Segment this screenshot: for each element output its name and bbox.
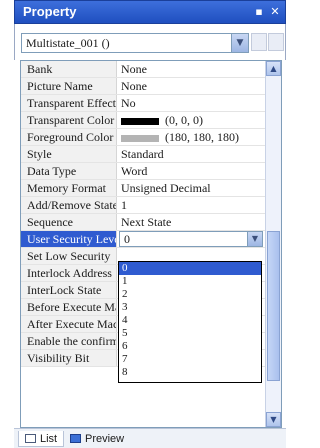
alphabetical-button[interactable]	[268, 33, 284, 51]
property-value: None	[121, 79, 147, 93]
categorized-button[interactable]	[251, 33, 267, 51]
chevron-down-icon[interactable]: ▼	[247, 232, 262, 246]
property-name: Memory Format	[21, 180, 117, 196]
property-value-cell[interactable]: Standard	[121, 146, 164, 162]
dropdown-option[interactable]: 2	[119, 288, 261, 301]
scroll-down-icon[interactable]: ▼	[266, 412, 281, 427]
property-row[interactable]: Memory Format Unsigned Decimal	[21, 180, 265, 197]
property-name: Style	[21, 146, 117, 162]
property-row[interactable]: User Security Level 0 ▼	[21, 231, 265, 248]
property-row[interactable]: Add/Remove State 1	[21, 197, 265, 214]
color-swatch	[121, 117, 159, 125]
property-value: Next State	[121, 215, 172, 229]
property-value: 1	[121, 198, 127, 212]
dropdown-option[interactable]: 6	[119, 340, 261, 353]
close-icon[interactable]: ✕	[269, 6, 281, 18]
dropdown-option[interactable]: 7	[119, 353, 261, 366]
property-name: Transparent Color	[21, 112, 117, 128]
property-value: No	[121, 96, 136, 110]
property-value: Word	[121, 164, 148, 178]
property-row[interactable]: Transparent Color (0, 0, 0)	[21, 112, 265, 129]
property-panel: Property ▪ ✕ Multistate_001 () ▼ Bank Non…	[14, 0, 286, 448]
object-selector-value: Multistate_001 ()	[26, 36, 110, 50]
property-name: Visibility Bit	[21, 350, 117, 366]
property-name: Add/Remove State	[21, 197, 117, 213]
title-bar[interactable]: Property ▪ ✕	[14, 0, 286, 24]
property-row[interactable]: Foreground Color (180, 180, 180)	[21, 129, 265, 146]
property-name: Data Type	[21, 163, 117, 179]
property-name: Foreground Color	[21, 129, 117, 145]
security-level-dropdown[interactable]: 012345678	[118, 261, 262, 383]
property-row[interactable]: Transparent Effect No	[21, 95, 265, 112]
property-row[interactable]: Picture Name None	[21, 78, 265, 95]
chevron-down-icon[interactable]: ▼	[231, 34, 248, 52]
property-value-cell[interactable]: None	[121, 61, 147, 77]
property-row[interactable]: Bank None	[21, 61, 265, 78]
dropdown-option[interactable]: 8	[119, 366, 261, 379]
property-value: 0	[124, 232, 130, 246]
list-icon	[25, 434, 36, 443]
property-value-cell[interactable]: (180, 180, 180)	[121, 129, 239, 145]
property-value-cell[interactable]: No	[121, 95, 136, 111]
scroll-up-icon[interactable]: ▲	[266, 61, 281, 76]
property-name: Enable the confirm	[21, 333, 117, 349]
preview-icon	[70, 434, 81, 443]
property-value-cell[interactable]: None	[121, 78, 147, 94]
property-name: Picture Name	[21, 78, 117, 94]
dropdown-option[interactable]: 1	[119, 275, 261, 288]
property-value-cell[interactable]: Next State	[121, 214, 171, 230]
dropdown-option[interactable]: 4	[119, 314, 261, 327]
panel-title: Property	[23, 4, 77, 19]
tab-list[interactable]: List	[18, 431, 65, 447]
dropdown-option[interactable]: 5	[119, 327, 261, 340]
property-name: Set Low Security	[21, 248, 117, 264]
color-swatch	[121, 134, 159, 142]
object-bar: Multistate_001 () ▼	[14, 24, 286, 60]
property-name: Transparent Effect	[21, 95, 117, 111]
property-value-cell[interactable]: 1	[121, 197, 127, 213]
tab-preview[interactable]: Preview	[64, 431, 130, 447]
property-name: InterLock State	[21, 282, 117, 298]
property-name: Sequence	[21, 214, 117, 230]
property-value-cell[interactable]: (0, 0, 0)	[121, 112, 203, 128]
property-value-cell[interactable]: Word	[121, 163, 147, 179]
tab-list-label: List	[40, 433, 58, 445]
dropdown-option[interactable]: 0	[119, 262, 261, 275]
property-name: Interlock Address	[21, 265, 117, 281]
property-value: (180, 180, 180)	[165, 130, 239, 144]
property-value: None	[121, 62, 147, 76]
property-value: Standard	[121, 147, 164, 161]
object-selector[interactable]: Multistate_001 () ▼	[21, 33, 249, 53]
property-value: Unsigned Decimal	[121, 181, 211, 195]
tab-bar: List Preview	[14, 428, 286, 448]
property-row[interactable]: Style Standard	[21, 146, 265, 163]
dropdown-option[interactable]: 3	[119, 301, 261, 314]
property-value: (0, 0, 0)	[165, 113, 203, 127]
scroll-thumb[interactable]	[267, 231, 280, 381]
property-name: Before Execute Mac	[21, 299, 117, 315]
property-name: Bank	[21, 61, 117, 77]
property-value-cell[interactable]: Unsigned Decimal	[121, 180, 211, 196]
property-value-select[interactable]: 0 ▼	[119, 231, 263, 247]
auto-hide-icon[interactable]: ▪	[253, 6, 265, 18]
vertical-scrollbar[interactable]: ▲ ▼	[265, 61, 281, 427]
property-row[interactable]: Sequence Next State	[21, 214, 265, 231]
property-name: After Execute Macr	[21, 316, 117, 332]
tab-preview-label: Preview	[85, 433, 125, 445]
property-name: User Security Level	[21, 231, 117, 247]
property-row[interactable]: Data Type Word	[21, 163, 265, 180]
